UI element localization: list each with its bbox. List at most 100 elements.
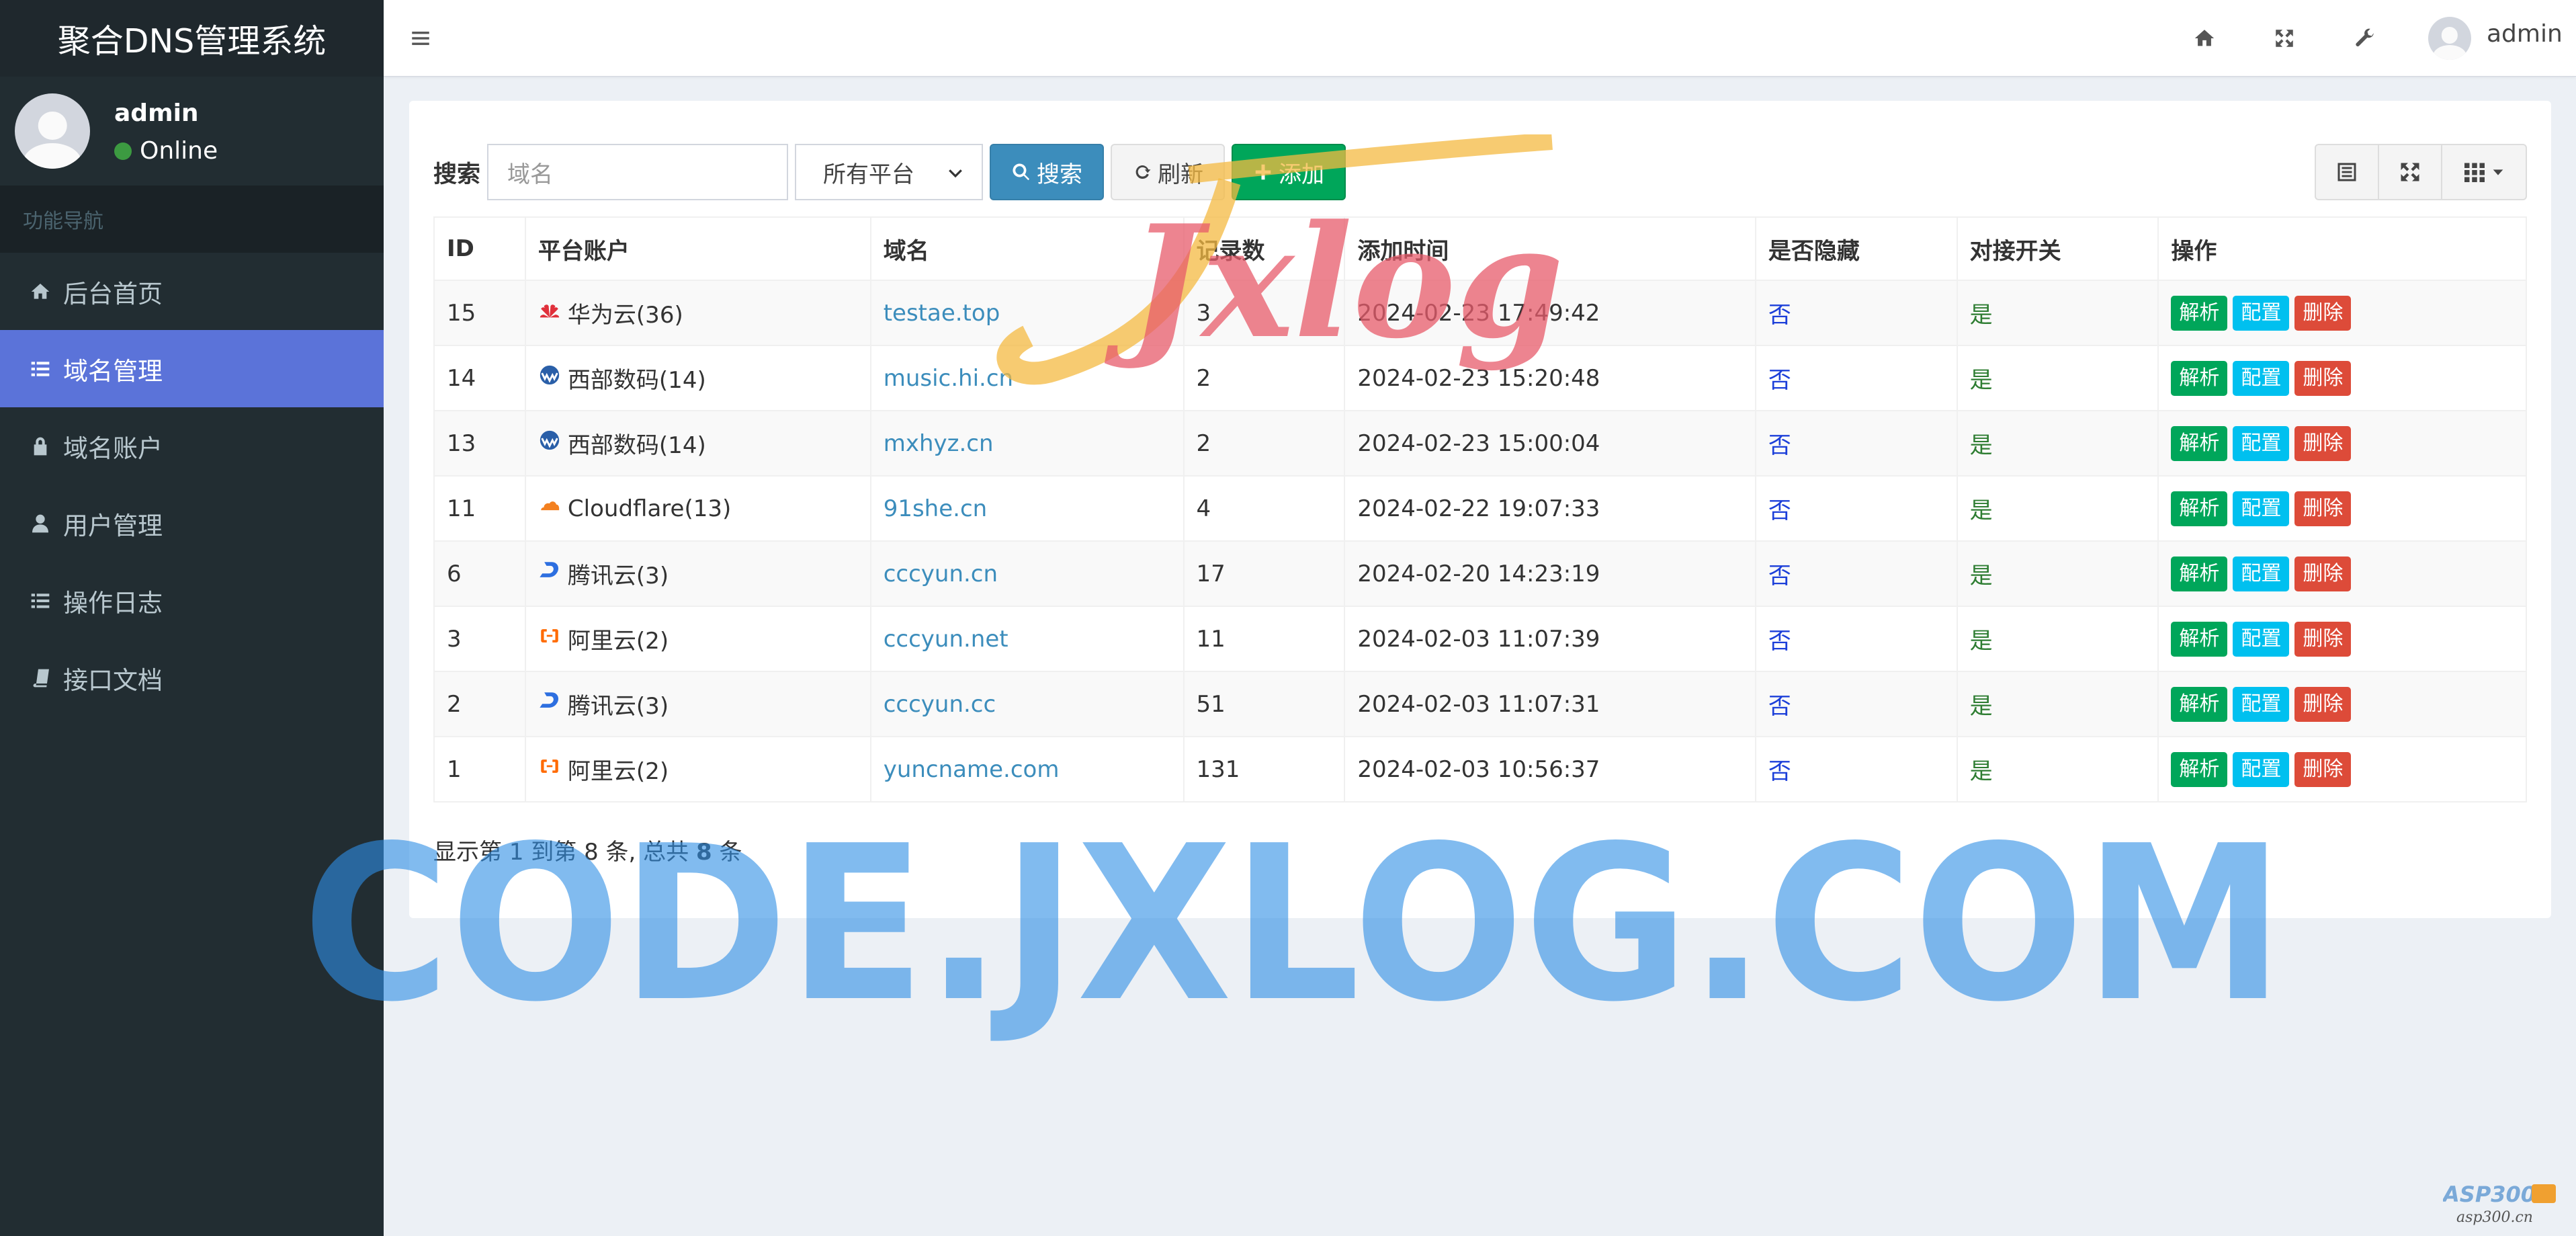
column-header[interactable]: 平台账户: [524, 216, 871, 281]
hidden-toggle[interactable]: 否: [1768, 758, 1791, 785]
hidden-toggle[interactable]: 否: [1768, 497, 1791, 524]
home-icon[interactable]: [2188, 22, 2221, 55]
domain-link[interactable]: music.hi.cn: [884, 365, 1013, 392]
config-button[interactable]: 配置: [2233, 556, 2290, 591]
cell-records: 51: [1183, 671, 1346, 737]
sidebar-item-accounts[interactable]: 域名账户: [0, 407, 384, 485]
app-title[interactable]: 聚合DNS管理系统: [0, 0, 384, 77]
cell-actions: 解析 配置 删除: [2157, 540, 2527, 607]
cell-records: 2: [1183, 410, 1346, 477]
hidden-toggle[interactable]: 否: [1768, 302, 1791, 329]
enabled-toggle[interactable]: 是: [1970, 432, 1993, 459]
resolve-button[interactable]: 解析: [2171, 491, 2228, 526]
config-button[interactable]: 配置: [2233, 491, 2290, 526]
user-menu-name[interactable]: admin: [2487, 20, 2563, 48]
search-input[interactable]: 域名: [487, 144, 789, 200]
domain-link[interactable]: cccyun.cc: [884, 691, 996, 718]
config-button[interactable]: 配置: [2233, 360, 2290, 396]
sidebar-item-logs[interactable]: 操作日志: [0, 562, 384, 639]
resolve-button[interactable]: 解析: [2171, 556, 2228, 591]
cell-domain: cccyun.net: [869, 606, 1185, 672]
config-button[interactable]: 配置: [2233, 751, 2290, 787]
enabled-toggle[interactable]: 是: [1970, 497, 1993, 524]
search-toolbar: 搜索 域名 所有平台 搜索 刷新 添加: [433, 144, 1346, 200]
resolve-button[interactable]: 解析: [2171, 295, 2228, 331]
fullscreen-toggle[interactable]: [2379, 145, 2442, 199]
table-row: 2 腾讯云(3) cccyun.cc 51 2024-02-03 11:07:31 否 是 解…: [433, 671, 2527, 737]
domain-table: ID 平台账户 域名 记录数 添加时间 是否隐藏 对接开关 操作 15 华为云(3…: [433, 216, 2527, 802]
cell-hidden: 否: [1754, 280, 1958, 346]
enabled-toggle[interactable]: 是: [1970, 302, 1993, 329]
column-header[interactable]: 添加时间: [1344, 216, 1756, 281]
cell-added-time: 2024-02-03 10:56:37: [1344, 736, 1756, 802]
cell-added-time: 2024-02-23 17:49:42: [1344, 280, 1756, 346]
columns-dropdown[interactable]: [2442, 145, 2526, 199]
card-view-toggle[interactable]: [2316, 145, 2379, 199]
west-icon: [538, 364, 568, 393]
delete-button[interactable]: 删除: [2294, 425, 2352, 461]
hidden-toggle[interactable]: 否: [1768, 628, 1791, 655]
domain-link[interactable]: yuncname.com: [884, 756, 1060, 783]
pagination-text: 条, 总共: [605, 839, 689, 866]
menu-toggle-icon[interactable]: [404, 22, 437, 55]
avatar[interactable]: [2428, 17, 2471, 60]
resolve-button[interactable]: 解析: [2171, 686, 2228, 722]
delete-button[interactable]: 删除: [2294, 556, 2352, 591]
sidebar-item-domains[interactable]: 域名管理: [0, 330, 384, 407]
hidden-toggle[interactable]: 否: [1768, 432, 1791, 459]
column-header[interactable]: ID: [433, 216, 526, 281]
config-button[interactable]: 配置: [2233, 686, 2290, 722]
fullscreen-icon[interactable]: [2268, 22, 2301, 55]
avatar: [15, 93, 90, 169]
delete-button[interactable]: 删除: [2294, 360, 2352, 396]
add-button[interactable]: 添加: [1232, 144, 1346, 200]
config-button[interactable]: 配置: [2233, 621, 2290, 657]
domain-link[interactable]: cccyun.cn: [884, 561, 998, 587]
config-button[interactable]: 配置: [2233, 295, 2290, 331]
domain-link[interactable]: cccyun.net: [884, 626, 1008, 653]
resolve-button[interactable]: 解析: [2171, 360, 2228, 396]
delete-button[interactable]: 删除: [2294, 686, 2352, 722]
cell-added-time: 2024-02-03 11:07:39: [1344, 606, 1756, 672]
delete-button[interactable]: 删除: [2294, 295, 2352, 331]
wrench-icon[interactable]: [2348, 22, 2382, 55]
refresh-button[interactable]: 刷新: [1111, 144, 1226, 200]
platform-select[interactable]: 所有平台: [795, 144, 984, 200]
domain-link[interactable]: mxhyz.cn: [884, 430, 994, 457]
enabled-toggle[interactable]: 是: [1970, 758, 1993, 785]
enabled-toggle[interactable]: 是: [1970, 693, 1993, 720]
sidebar-item-users[interactable]: 用户管理: [0, 485, 384, 562]
search-button[interactable]: 搜索: [990, 144, 1105, 200]
resolve-button[interactable]: 解析: [2171, 621, 2228, 657]
delete-button[interactable]: 删除: [2294, 751, 2352, 787]
hidden-toggle[interactable]: 否: [1768, 693, 1791, 720]
sidebar-item-label: 后台首页: [63, 279, 163, 308]
aliyun-icon: [538, 755, 568, 784]
sidebar-item-label: 域名账户: [63, 434, 163, 463]
config-button[interactable]: 配置: [2233, 425, 2290, 461]
cell-enabled: 是: [1956, 606, 2159, 672]
cell-enabled: 是: [1956, 540, 2159, 607]
column-header[interactable]: 是否隐藏: [1754, 216, 1958, 281]
delete-button[interactable]: 删除: [2294, 621, 2352, 657]
resolve-button[interactable]: 解析: [2171, 751, 2228, 787]
column-header[interactable]: 记录数: [1183, 216, 1346, 281]
sidebar-item-home[interactable]: 后台首页: [0, 253, 384, 330]
cell-enabled: 是: [1956, 671, 2159, 737]
user-icon: [27, 510, 54, 537]
cell-platform: 西部数码(14): [524, 345, 871, 411]
enabled-toggle[interactable]: 是: [1970, 367, 1993, 394]
cell-records: 131: [1183, 736, 1346, 802]
enabled-toggle[interactable]: 是: [1970, 628, 1993, 655]
book-icon: [27, 665, 54, 692]
enabled-toggle[interactable]: 是: [1970, 563, 1993, 589]
domain-link[interactable]: 91she.cn: [884, 495, 988, 522]
delete-button[interactable]: 删除: [2294, 491, 2352, 526]
domain-link[interactable]: testae.top: [884, 300, 1000, 327]
resolve-button[interactable]: 解析: [2171, 425, 2228, 461]
column-header[interactable]: 对接开关: [1956, 216, 2159, 281]
hidden-toggle[interactable]: 否: [1768, 563, 1791, 589]
hidden-toggle[interactable]: 否: [1768, 367, 1791, 394]
sidebar-item-api-docs[interactable]: 接口文档: [0, 639, 384, 716]
column-header[interactable]: 域名: [869, 216, 1185, 281]
